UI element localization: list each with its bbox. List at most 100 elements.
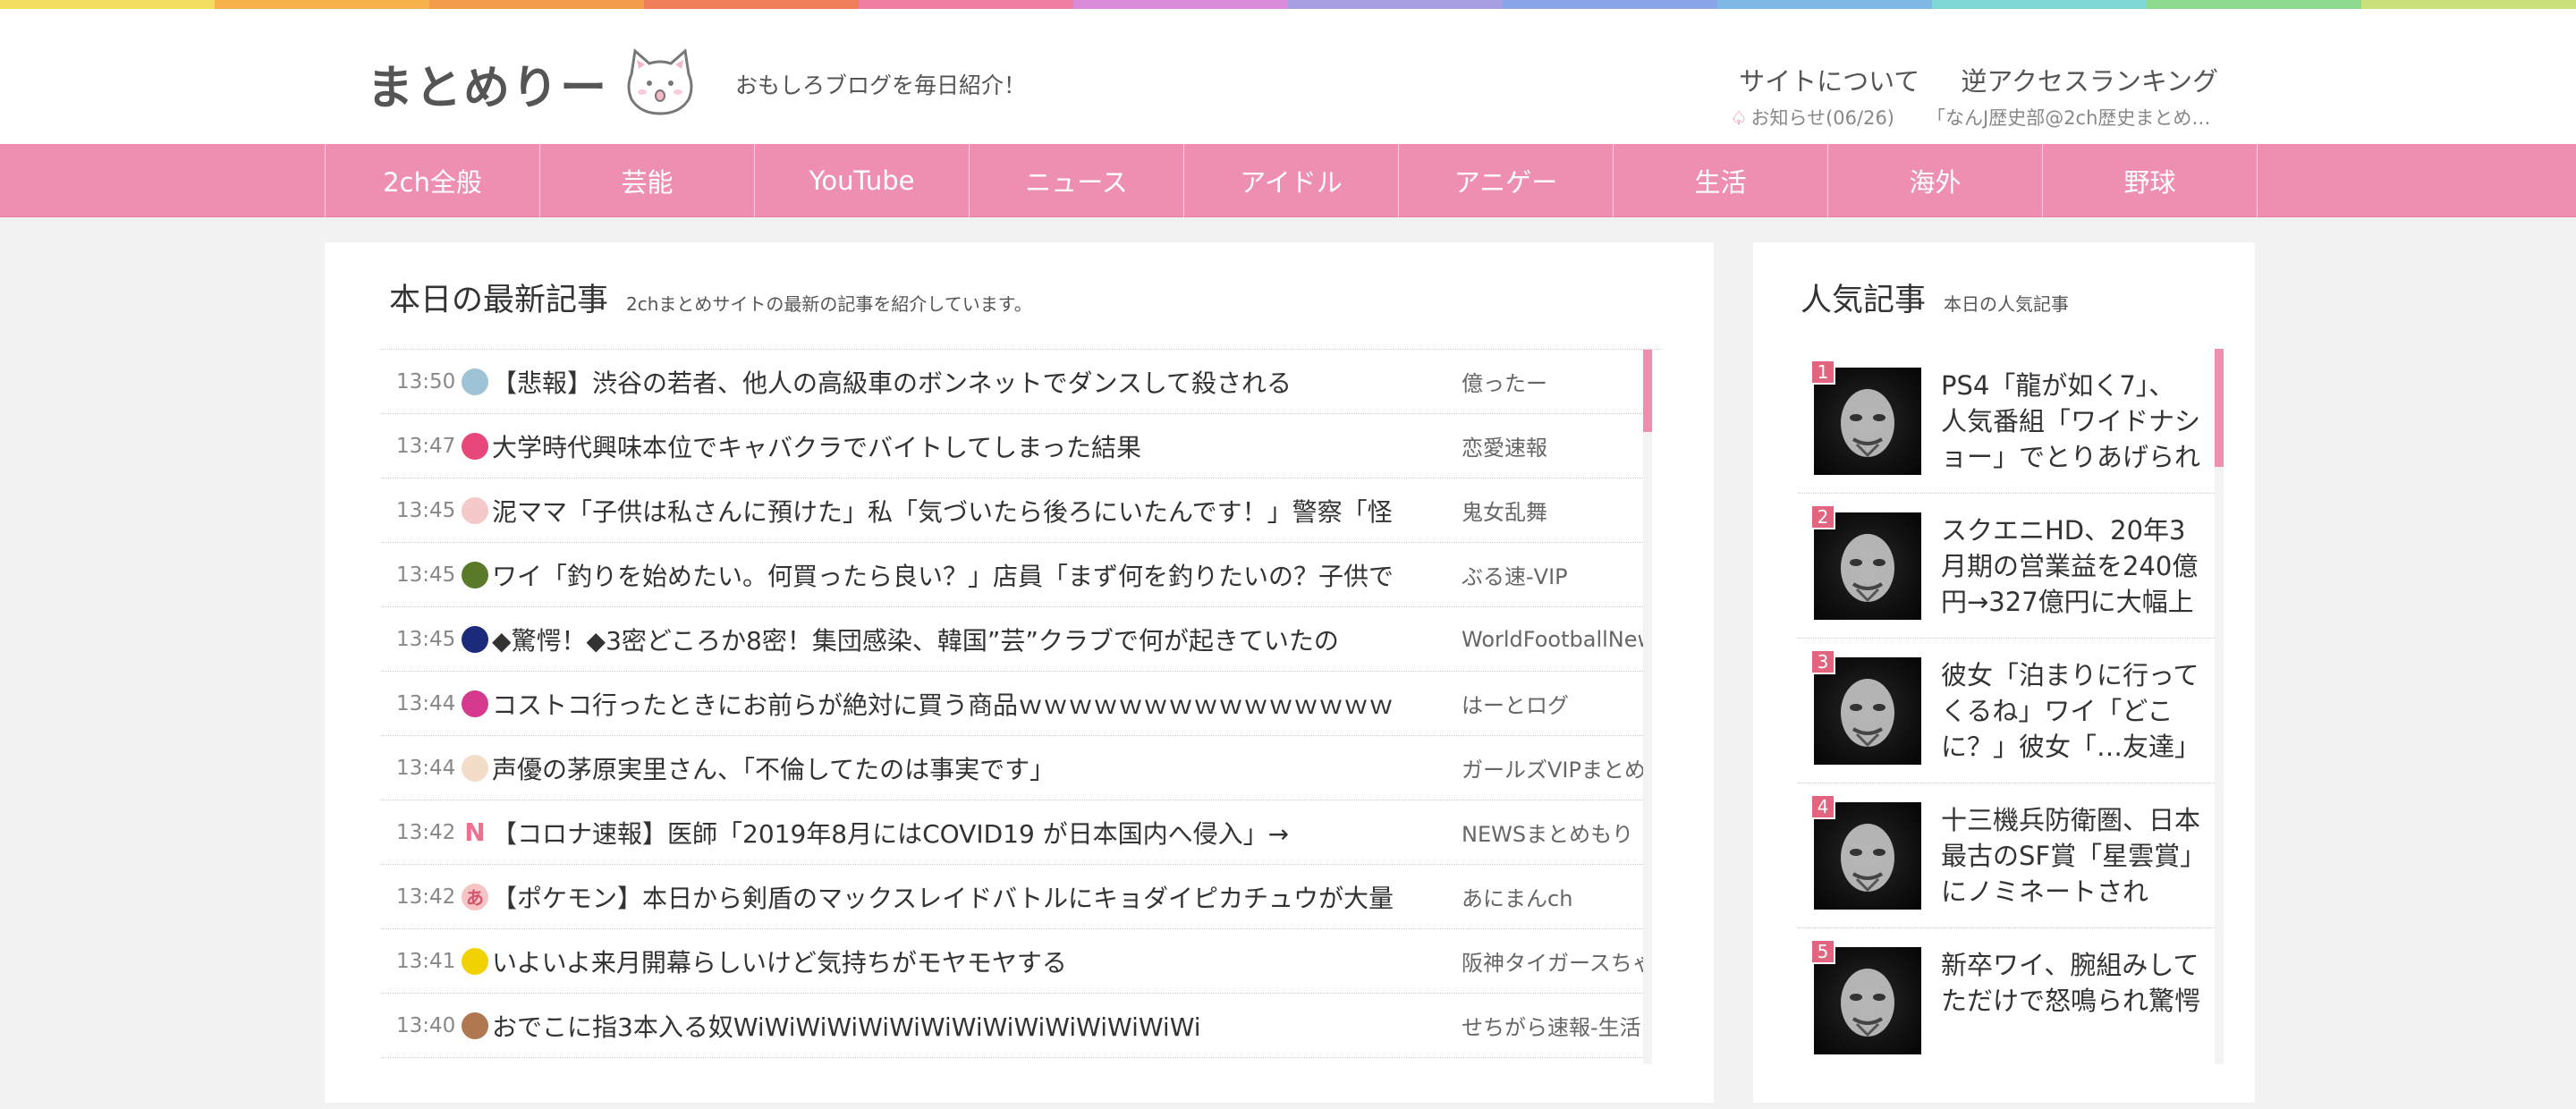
site-favicon-icon: [462, 625, 488, 653]
article-time: 13:44: [396, 756, 456, 780]
bell-icon: ♤: [1730, 107, 1748, 129]
article-row[interactable]: 13:45 ◆驚愕！◆3密どころか8密！集団感染、韓国”芸”クラブで何が起きていた…: [381, 607, 1649, 672]
article-time: 13:40: [396, 1013, 456, 1037]
article-title[interactable]: 泥ママ「子供は私さんに預けた」私「気づいたら後ろにいたんです！」警察「怪: [492, 493, 1449, 529]
popular-list-scroll-thumb[interactable]: [2215, 349, 2224, 467]
site-favicon-icon: [462, 496, 488, 524]
latest-list-scroll-thumb[interactable]: [1643, 350, 1652, 432]
article-row[interactable]: 13:41 いよいよ来月開幕らしいけど気持ちがモヤモヤする阪神タイガースちゃんねる: [381, 929, 1649, 994]
article-row[interactable]: 13:45 ワイ「釣りを始めたい。何買ったら良い？」店員「まず何を釣りたいの？子供…: [381, 543, 1643, 607]
popular-article-item[interactable]: 3 彼女「泊まりに行ってくるね」ワイ「どこに？」彼女「…友達」: [1798, 639, 2215, 783]
site-favicon-icon: [462, 368, 488, 395]
latest-panel-subtitle: 2chまとめサイトの最新の記事を紹介しています。: [626, 293, 1032, 315]
popular-article-title[interactable]: 彼女「泊まりに行ってくるね」ワイ「どこに？」彼女「…友達」: [1941, 657, 2200, 765]
latest-article-list: 13:50 【悲報】渋谷の若者、他人の高級車のボンネットでダンスして殺される 億った…: [381, 349, 1662, 1064]
notice-label[interactable]: ♤ お知らせ(06/26): [1731, 104, 1894, 131]
site-favicon-icon: [462, 1012, 488, 1039]
article-title[interactable]: 声優の茅原実里さん、「不倫してたのは事実です」: [492, 750, 1449, 786]
article-title[interactable]: 【悲報】渋谷の若者、他人の高級車のボンネットでダンスして殺される: [492, 364, 1449, 400]
article-title[interactable]: ◆驚愕！◆3密どころか8密！集団感染、韓国”芸”クラブで何が起きていたの: [492, 622, 1449, 657]
article-source[interactable]: 阪神タイガースちゃんねる: [1462, 945, 1649, 977]
popular-articles-panel: 人気記事 本日の人気記事 1 PS4「龍が如く7」、人気番組「ワイドナショー」でと…: [1753, 242, 2255, 1103]
article-row[interactable]: 13:45 泥ママ「子供は私さんに預けた」私「気づいたら後ろにいたんです！」警察「…: [381, 478, 1643, 543]
rainbow-segment: [859, 0, 1073, 9]
rainbow-segment: [429, 0, 644, 9]
article-row[interactable]: 13:44 コストコ行ったときにお前らが絶対に買う商品ｗｗｗｗｗｗｗｗｗｗｗｗｗｗ…: [381, 672, 1643, 736]
nav-item-2ch-general[interactable]: 2ch全般: [326, 144, 540, 217]
site-favicon-icon: [462, 947, 488, 975]
article-title[interactable]: コストコ行ったときにお前らが絶対に買う商品ｗｗｗｗｗｗｗｗｗｗｗｗｗｗｗ: [492, 686, 1449, 722]
popular-article-item[interactable]: 4 十三機兵防衛圏、日本最古のSF賞「星雲賞」にノミネートされ: [1798, 783, 2215, 928]
article-row[interactable]: 13:50 【悲報】渋谷の若者、他人の高級車のボンネットでダンスして殺される 億った…: [381, 350, 1643, 414]
nav-item-idol[interactable]: アイドル: [1184, 144, 1399, 217]
reverse-access-ranking-link[interactable]: 逆アクセスランキング: [1961, 61, 2218, 98]
nav-item-news[interactable]: ニュース: [970, 144, 1184, 217]
category-navbar: 2ch全般 芸能 YouTube ニュース アイドル アニゲー 生活 海外 野球: [0, 144, 2576, 217]
header-links: サイトについて 逆アクセスランキング: [1739, 61, 2218, 98]
site-logo[interactable]: まとめりー: [367, 45, 698, 122]
popular-article-item[interactable]: 5 新卒ワイ、腕組みしてただけで怒鳴られ驚愕: [1798, 928, 2215, 1064]
article-source[interactable]: 恋愛速報: [1462, 430, 1649, 461]
site-favicon-icon: [462, 561, 488, 588]
article-time: 13:42: [396, 885, 456, 909]
nav-item-anime-game[interactable]: アニゲー: [1399, 144, 1614, 217]
site-tagline: おもしろブログを毎日紹介！: [735, 72, 1027, 98]
article-time: 13:45: [396, 498, 456, 522]
popular-article-title[interactable]: 十三機兵防衛圏、日本最古のSF賞「星雲賞」にノミネートされ: [1941, 802, 2200, 910]
popular-article-title[interactable]: PS4「龍が如く7」、人気番組「ワイドナショー」でとりあげられ: [1941, 368, 2200, 475]
nav-item-entertainment[interactable]: 芸能: [540, 144, 755, 217]
site-favicon-icon: あ: [462, 883, 488, 910]
article-row[interactable]: 13:42 あ【ポケモン】本日から剣盾のマックスレイドバトルにキョダイピカチュウが…: [381, 865, 1643, 929]
article-source[interactable]: WorldFootballNews: [1462, 627, 1649, 652]
article-time: 13:47: [396, 434, 456, 458]
about-link[interactable]: サイトについて: [1739, 61, 1919, 98]
nav-item-baseball[interactable]: 野球: [2043, 144, 2258, 217]
article-time: 13:41: [396, 949, 456, 973]
article-row[interactable]: 13:44 声優の茅原実里さん、「不倫してたのは事実です」 ガールズVIPまとめ: [381, 736, 1646, 800]
popular-article-item[interactable]: 2 スクエニHD、20年3月期の営業益を240億円→327億円に大幅上: [1798, 494, 2215, 639]
article-source[interactable]: せちがら速報-生活: [1462, 1010, 1649, 1041]
article-title[interactable]: 【ポケモン】本日から剣盾のマックスレイドバトルにキョダイピカチュウが大量: [492, 879, 1449, 915]
nav-item-youtube[interactable]: YouTube: [755, 144, 970, 217]
article-title[interactable]: いよいよ来月開幕らしいけど気持ちがモヤモヤする: [492, 944, 1449, 979]
nav-item-life[interactable]: 生活: [1614, 144, 1828, 217]
rank-badge: 1: [1810, 360, 1835, 385]
rank-badge: 3: [1810, 649, 1835, 674]
article-row[interactable]: 13:40 おでこに指3本入る奴WiWiWiWiWiWiWiWiWiWiWiWiW…: [381, 994, 1643, 1058]
popular-panel-title: 人気記事: [1801, 283, 1927, 318]
article-source[interactable]: 鬼女乱舞: [1462, 495, 1649, 526]
popular-article-title[interactable]: 新卒ワイ、腕組みしてただけで怒鳴られ驚愕: [1941, 947, 2200, 1054]
article-time: 13:44: [396, 691, 456, 715]
article-title[interactable]: ワイ「釣りを始めたい。何買ったら良い？」店員「まず何を釣りたいの？子供で: [492, 557, 1449, 593]
rainbow-segment: [1073, 0, 1288, 9]
article-title[interactable]: おでこに指3本入る奴WiWiWiWiWiWiWiWiWiWiWiWiWiWiWi: [492, 1008, 1449, 1044]
article-source[interactable]: はーとログ: [1462, 688, 1649, 719]
rank-badge: 2: [1810, 504, 1835, 529]
article-source[interactable]: あにまんch: [1462, 881, 1649, 912]
notice-text[interactable]: 「なんJ歴史部@2ch歴史まとめブ…: [1927, 104, 2222, 131]
article-title[interactable]: 大学時代興味本位でキャバクラでバイトしてしまった結果: [492, 428, 1449, 464]
rainbow-segment: [2361, 0, 2576, 9]
rainbow-segment: [0, 0, 215, 9]
rainbow-segment: [644, 0, 859, 9]
latest-list-scrollbar[interactable]: [1643, 350, 1652, 1064]
nav-item-overseas[interactable]: 海外: [1828, 144, 2043, 217]
article-source[interactable]: ガールズVIPまとめ: [1462, 752, 1649, 783]
logo-text: まとめりー: [367, 61, 609, 115]
article-row[interactable]: 13:42 N 【コロナ速報】医師「2019年8月にはCOVID19 が日本国内へ侵…: [381, 800, 1643, 865]
popular-panel-subtitle: 本日の人気記事: [1944, 293, 2070, 315]
rainbow-segment: [1288, 0, 1503, 9]
popular-article-list: 1 PS4「龍が如く7」、人気番組「ワイドナショー」でとりあげられ 2 スクエニHD、…: [1798, 349, 2227, 1064]
article-source[interactable]: ぶる速-VIP: [1462, 559, 1649, 590]
popular-list-scrollbar[interactable]: [2215, 349, 2224, 1064]
rainbow-strip: [0, 0, 2576, 9]
rainbow-segment: [1503, 0, 1717, 9]
article-title[interactable]: 【コロナ速報】医師「2019年8月にはCOVID19 が日本国内へ侵入」→: [492, 815, 1449, 851]
notice-label-text: お知らせ(06/26): [1750, 107, 1894, 129]
article-source[interactable]: 億ったー: [1462, 366, 1649, 397]
article-source[interactable]: NEWSまとめもり: [1462, 817, 1649, 848]
latest-panel-header: 本日の最新記事 2chまとめサイトの最新の記事を紹介しています。: [389, 275, 1032, 320]
popular-article-title[interactable]: スクエニHD、20年3月期の営業益を240億円→327億円に大幅上: [1941, 512, 2200, 620]
article-row[interactable]: 13:47 大学時代興味本位でキャバクラでバイトしてしまった結果 恋愛速報: [381, 414, 1643, 478]
popular-article-item[interactable]: 1 PS4「龍が如く7」、人気番組「ワイドナショー」でとりあげられ: [1798, 349, 2215, 494]
